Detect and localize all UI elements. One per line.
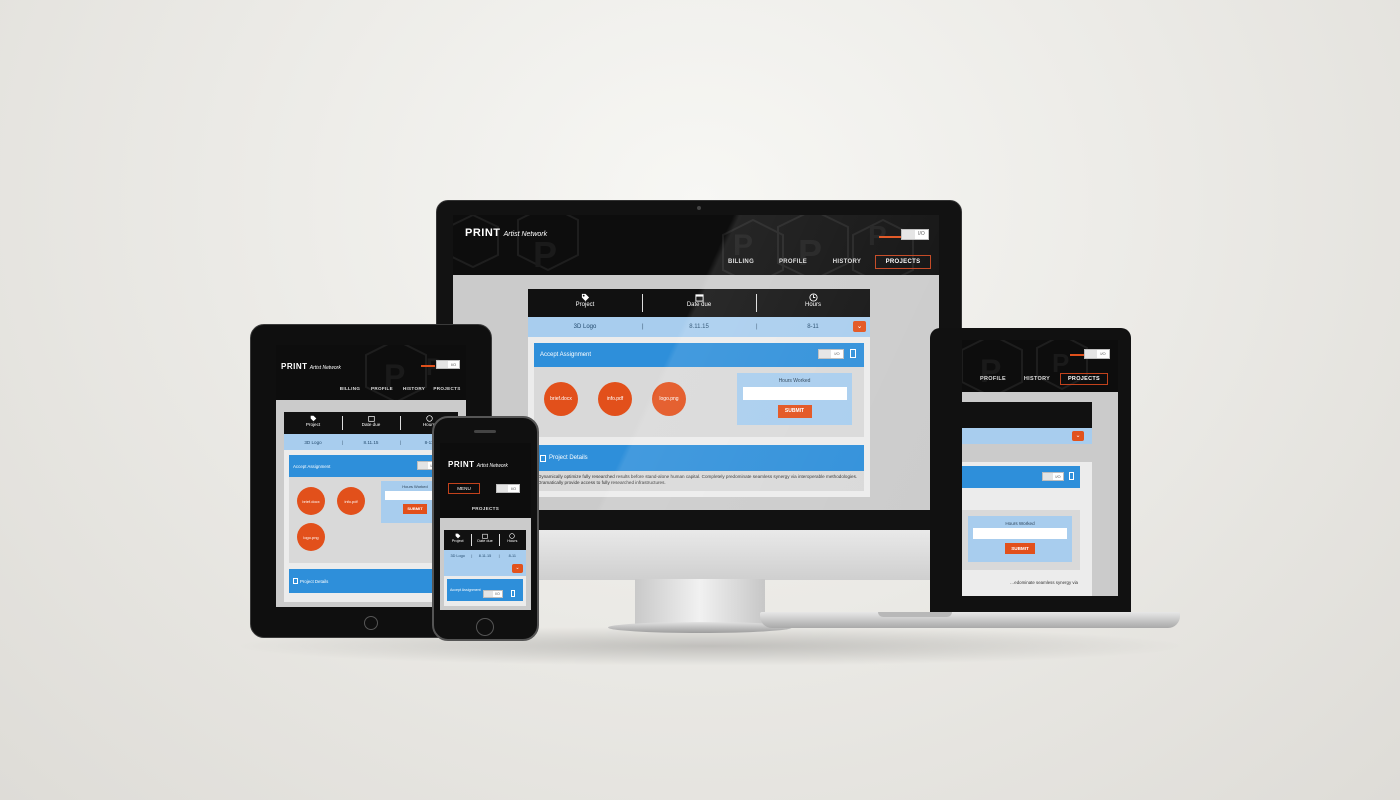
project-details-bar[interactable]: Project Details bbox=[534, 445, 864, 471]
toggle-label: I/O bbox=[915, 230, 928, 239]
files-area: brief.docx info.pdf logo.png Hours Worke… bbox=[534, 367, 864, 437]
chevron-down-icon[interactable]: ⌄ bbox=[512, 564, 523, 573]
submit-button[interactable]: SUBMIT bbox=[1005, 543, 1035, 554]
nav-history[interactable]: HISTORY bbox=[819, 259, 875, 265]
project-details-title: Project Details bbox=[549, 455, 588, 461]
project-card: Project Date due Hours 3D Logo 8.11.15 8… bbox=[528, 289, 870, 497]
document-icon bbox=[293, 578, 298, 584]
nav-history[interactable]: HISTORY bbox=[1014, 376, 1060, 382]
submit-button[interactable]: SUBMIT bbox=[777, 405, 812, 418]
brand-logo[interactable]: PRINT Artist Network bbox=[465, 227, 547, 239]
document-icon bbox=[540, 454, 546, 462]
hours-worked-box: Hours Worked SUBMIT bbox=[737, 373, 852, 425]
laptop-project-row[interactable]: ⌄ bbox=[962, 428, 1092, 444]
file-brief[interactable]: brief.docx bbox=[544, 382, 578, 416]
camera-dot bbox=[697, 206, 701, 210]
col-date-due[interactable]: Date due bbox=[642, 289, 756, 317]
trash-icon[interactable] bbox=[1069, 472, 1074, 480]
nav-projects[interactable]: PROJECTS bbox=[1060, 373, 1108, 385]
svg-text:P: P bbox=[533, 234, 557, 275]
laptop-app-body: ⌄ I/O Hours Worked SUBMIT …edominate sea… bbox=[962, 392, 1118, 596]
site-header: P P P P PRINT Artist Network I/O BILLING… bbox=[453, 215, 939, 275]
project-details-text: Dynamically optimize fully researched re… bbox=[534, 471, 864, 491]
chevron-down-icon[interactable]: ⌄ bbox=[1072, 431, 1084, 441]
laptop-table-header bbox=[962, 402, 1092, 428]
brand-tagline: Artist Network bbox=[503, 231, 548, 238]
laptop-base bbox=[760, 612, 1180, 628]
hours-worked-input[interactable] bbox=[742, 387, 847, 400]
laptop-screen: P P I/O PROFILE HISTORY PROJECTS ⌄ I/O H… bbox=[962, 340, 1118, 596]
tablet-home-button bbox=[364, 616, 378, 630]
calendar-icon bbox=[694, 294, 704, 302]
phone-home-button bbox=[476, 618, 494, 636]
menu-button[interactable]: MENU bbox=[448, 483, 480, 494]
project-row[interactable]: 3D Logo 8.11.15 8-11 ⌄ bbox=[528, 317, 870, 337]
file-info[interactable]: info.pdf bbox=[598, 382, 632, 416]
tag-icon bbox=[310, 415, 316, 422]
project-table-header: Project Date due Hours bbox=[528, 289, 870, 317]
hours-worked-label: Hours Worked bbox=[778, 378, 811, 384]
laptop-header: P P I/O PROFILE HISTORY PROJECTS bbox=[962, 340, 1118, 392]
nav-projects[interactable]: PROJECTS bbox=[440, 506, 531, 511]
accept-assignment-bar: Accept Assignment I/O bbox=[534, 343, 864, 367]
nav-projects[interactable]: PROJECTS bbox=[875, 255, 931, 269]
clock-icon bbox=[425, 415, 433, 422]
brand-name: PRINT bbox=[465, 227, 501, 239]
trash-icon[interactable] bbox=[850, 349, 856, 358]
brand-logo[interactable]: PRINT Artist Network bbox=[448, 460, 508, 469]
col-project[interactable]: Project bbox=[528, 289, 642, 317]
nav-profile[interactable]: PROFILE bbox=[767, 259, 819, 265]
hex-pattern-icon: P P bbox=[365, 345, 442, 400]
laptop-assignment-bar: I/O bbox=[962, 466, 1080, 488]
cell-project: 3D Logo bbox=[573, 324, 597, 330]
file-logo[interactable]: logo.png bbox=[652, 382, 686, 416]
laptop-details-text: …edominate seamless synergy via bbox=[1009, 580, 1078, 585]
accept-toggle[interactable]: I/O bbox=[818, 349, 844, 359]
nav-billing[interactable]: BILLING bbox=[715, 259, 767, 265]
phone-header: PRINT Artist Network MENU I/O PROJECTS bbox=[440, 443, 531, 518]
laptop-nav: PROFILE HISTORY PROJECTS bbox=[972, 373, 1108, 385]
laptop-toggle[interactable]: I/O bbox=[1084, 349, 1110, 359]
phone-speaker bbox=[474, 430, 496, 433]
main-nav: BILLING PROFILE HISTORY PROJECTS bbox=[715, 255, 931, 269]
tag-icon bbox=[581, 293, 589, 302]
chevron-down-icon[interactable]: ⌄ bbox=[853, 321, 866, 332]
monitor-stand bbox=[635, 579, 765, 625]
tablet-nav: BILLING PROFILE HISTORY PROJECTS bbox=[339, 386, 461, 391]
brand-logo[interactable]: PRINT Artist Network bbox=[281, 362, 341, 371]
trash-icon[interactable] bbox=[511, 590, 515, 597]
nav-profile[interactable]: PROFILE bbox=[972, 376, 1014, 382]
accept-assignment-title: Accept Assignment bbox=[540, 352, 592, 358]
laptop-notch bbox=[878, 612, 952, 617]
toggle-indicator bbox=[879, 236, 901, 238]
calendar-icon bbox=[367, 416, 375, 422]
col-hours[interactable]: Hours bbox=[756, 289, 870, 317]
availability-toggle[interactable]: I/O bbox=[901, 229, 929, 240]
assignment-panel: Accept Assignment I/O brief.docx info.pd… bbox=[528, 337, 870, 497]
clock-icon bbox=[808, 293, 818, 302]
phone-app-body: Project Date due Hours 3D Logo 8.11.15 8… bbox=[440, 518, 531, 610]
phone-screen: PRINT Artist Network MENU I/O PROJECTS P… bbox=[440, 443, 531, 610]
laptop-hours-box: Hours Worked SUBMIT bbox=[968, 516, 1072, 562]
tablet-header: P P PRINT Artist Network I/O BILLING PRO… bbox=[276, 345, 466, 400]
cell-date: 8.11.15 bbox=[642, 324, 756, 330]
laptop-panel: I/O Hours Worked SUBMIT …edominate seaml… bbox=[962, 462, 1092, 596]
